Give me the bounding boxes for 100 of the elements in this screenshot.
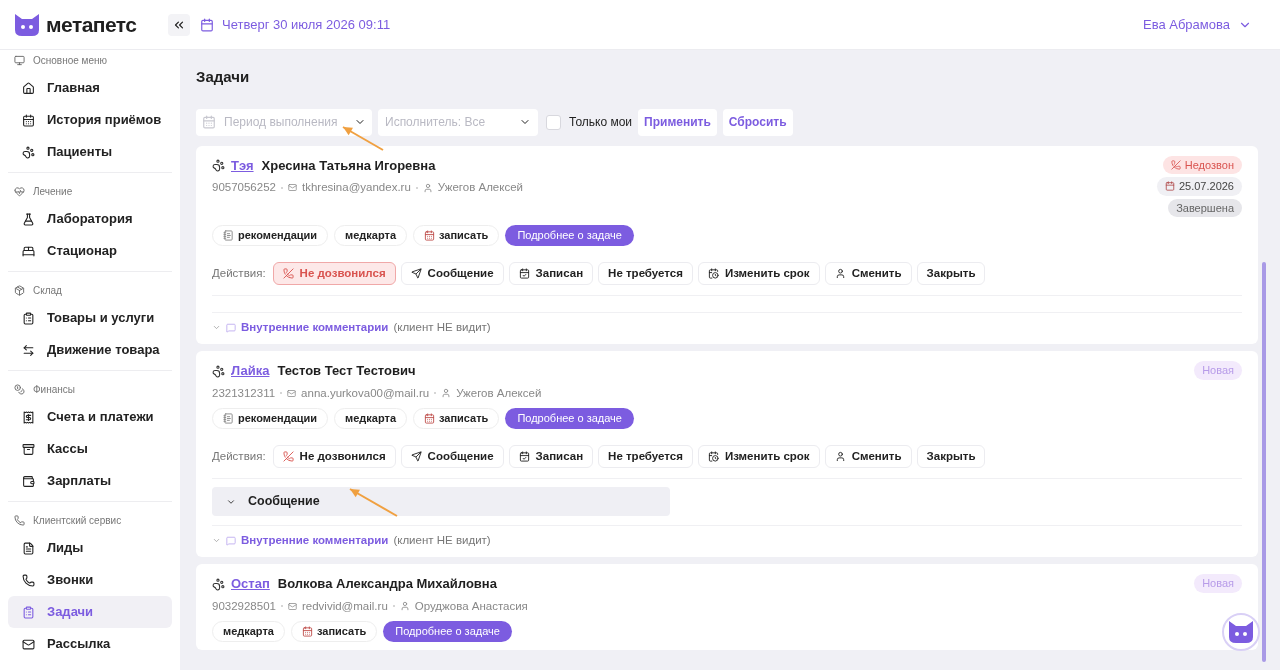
action-button[interactable]: Сменить [824, 262, 912, 285]
tag-button[interactable]: медкарта [334, 408, 407, 429]
scrollbar[interactable] [1262, 262, 1266, 662]
user-menu[interactable]: Ева Абрамова [1143, 14, 1252, 35]
task-details-button[interactable]: Подробнее о задаче [383, 621, 512, 642]
sidebar-item[interactable]: Зарплаты [8, 465, 172, 497]
action-button[interactable]: Сменить [824, 445, 912, 468]
action-button[interactable]: Не дозвонился [272, 445, 396, 468]
pet-link[interactable]: Тэя [231, 155, 254, 175]
message-panel[interactable]: Сообщение [212, 487, 670, 516]
comments-note: (клиент НЕ видит) [393, 533, 491, 548]
comments-note: (клиент НЕ видит) [393, 320, 491, 335]
action-button[interactable]: Закрыть [916, 445, 986, 468]
sidebar-item[interactable]: Лиды [8, 532, 172, 564]
page-title: Задачи [196, 67, 251, 87]
calendar-icon [424, 230, 435, 241]
task-details-button[interactable]: Подробнее о задаче [505, 225, 634, 246]
action-button[interactable]: Изменить срок [697, 262, 820, 285]
monitor-icon [14, 54, 25, 66]
sidebar-item[interactable]: Пациенты [8, 136, 172, 168]
action-button[interactable]: Закрыть [916, 262, 986, 285]
notebook-icon [223, 413, 234, 424]
comments-toggle[interactable]: Внутренние комментарии [241, 532, 389, 550]
action-button[interactable]: Изменить срок [697, 445, 820, 468]
calendar-clock-icon [707, 268, 719, 279]
sidebar-item[interactable]: Главная [8, 72, 172, 104]
calendar-icon [301, 626, 313, 637]
tag-button[interactable]: записать [413, 225, 500, 246]
mail-icon [287, 183, 297, 193]
sidebar-item[interactable]: Счета и платежи [8, 401, 172, 433]
sidebar-item[interactable]: Движение товара [8, 334, 172, 366]
flask-icon [22, 212, 35, 226]
email: redvivid@mail.ru [301, 598, 388, 614]
assignee: Ужегов Алексей [456, 385, 542, 401]
actions-label: Действия: [212, 265, 266, 281]
archive-icon [22, 442, 35, 456]
phone-number: 9032928501 [212, 598, 276, 614]
sidebar-item[interactable]: История приёмов [8, 104, 172, 136]
person-icon [399, 601, 410, 612]
phone-off-icon [1170, 159, 1181, 170]
sidebar-item[interactable]: Кассы [8, 433, 172, 465]
sidebar-item[interactable]: Стационар [8, 235, 172, 267]
section-title: Финансы [33, 382, 75, 397]
section-title: Основное меню [33, 53, 108, 68]
action-button[interactable]: Не требуется [598, 445, 693, 468]
action-button[interactable]: Сообщение [400, 445, 504, 468]
action-button[interactable]: Сообщение [400, 262, 504, 285]
sidebar-item[interactable]: Звонки [8, 564, 172, 596]
owner-name: Волкова Александра Михайловна [277, 575, 497, 594]
sidebar-item[interactable]: Лаборатория [8, 203, 172, 235]
sidebar-item[interactable]: Товары и услуги [8, 302, 172, 334]
calendar-icon [202, 115, 216, 129]
section-title: Лечение [33, 184, 73, 199]
email: tkhresina@yandex.ru [301, 180, 411, 195]
current-date: Четверг 30 июля 2026 09:11 [222, 15, 391, 34]
sidebar-item[interactable]: Задачи [8, 596, 172, 628]
comments-toggle[interactable]: Внутренние комментарии [241, 319, 389, 337]
annotation-arrow [349, 488, 398, 517]
apply-button[interactable]: Применить [638, 108, 717, 136]
person-icon [422, 182, 433, 193]
owner-name: Тестов Тест Тестович [277, 362, 416, 381]
action-button[interactable]: Записан [508, 262, 594, 285]
only-mine-checkbox[interactable] [546, 114, 561, 130]
comment-icon [226, 535, 236, 546]
tag-button[interactable]: записать [413, 408, 500, 429]
section-title: Склад [33, 283, 62, 298]
sidebar-item[interactable]: Рассылка [8, 628, 172, 660]
notebook-icon [223, 230, 234, 241]
cat-logo-icon [12, 11, 42, 38]
phone-icon [22, 573, 35, 587]
status-badge: Новая [1194, 574, 1242, 593]
calendar-icon [1164, 181, 1175, 192]
assignee: Ужегов Алексей [437, 180, 523, 195]
bed-icon [22, 244, 35, 258]
phone-off-icon [282, 451, 294, 462]
tag-button[interactable]: записать [290, 621, 378, 642]
home-icon [22, 81, 35, 95]
phone-number: 2321312311 [212, 385, 276, 401]
assignee: Оруджова Анастасия [414, 598, 528, 614]
pet-link[interactable]: Остап [231, 574, 270, 594]
tag-button[interactable]: медкарта [212, 621, 285, 642]
calendar-clock-icon [707, 451, 719, 462]
send-icon [410, 268, 422, 279]
action-button[interactable]: Записан [508, 445, 594, 468]
tag-button[interactable]: рекомендации [212, 408, 329, 429]
tag-button[interactable]: медкарта [334, 225, 407, 246]
status-badge: Недозвон [1162, 155, 1242, 174]
status-badge: Завершена [1168, 198, 1242, 217]
status-badge: 25.07.2026 [1156, 177, 1242, 196]
coins-icon [14, 383, 25, 395]
tag-button[interactable]: рекомендации [212, 225, 329, 246]
collapse-sidebar-button[interactable] [168, 13, 190, 36]
document-icon [22, 541, 35, 555]
mail-icon [22, 637, 35, 651]
heart-icon [14, 185, 25, 197]
pet-link[interactable]: Лайка [231, 361, 270, 381]
mail-icon [287, 601, 297, 611]
task-details-button[interactable]: Подробнее о задаче [505, 408, 634, 429]
action-button[interactable]: Не требуется [598, 262, 693, 285]
reset-button[interactable]: Сбросить [722, 108, 793, 136]
